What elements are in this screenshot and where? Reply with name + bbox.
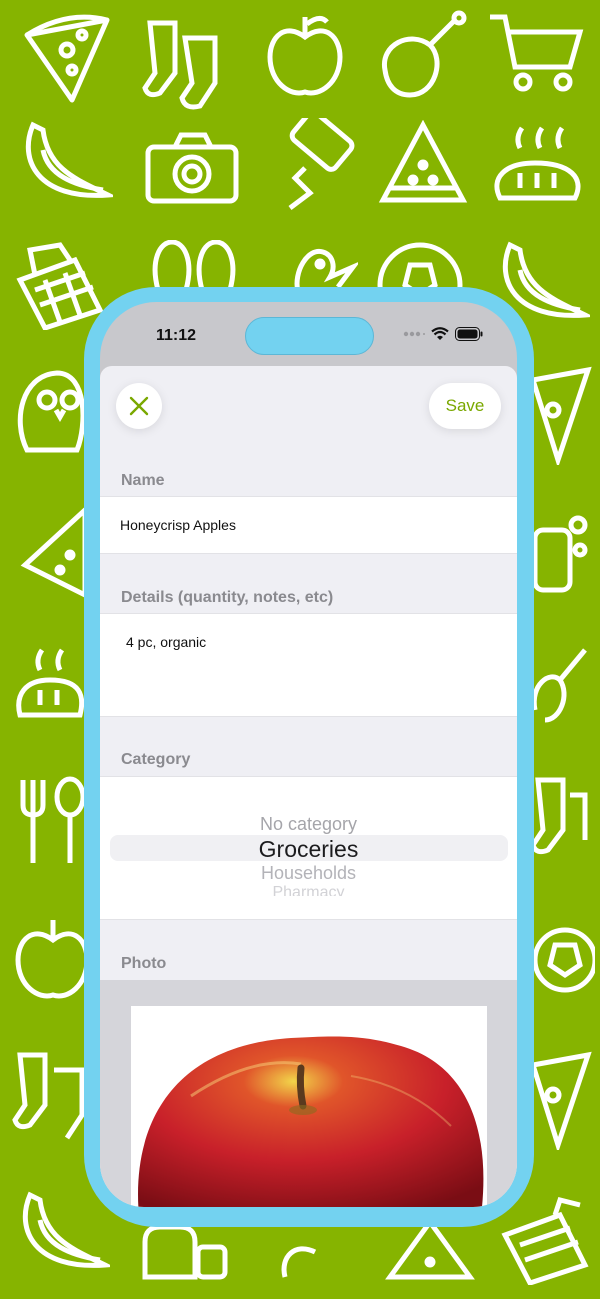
bread-loaf-icon <box>494 126 581 201</box>
close-button[interactable] <box>116 383 162 429</box>
picnic-basket-icon <box>501 1197 589 1285</box>
toaster-icon <box>142 1224 228 1280</box>
camera-icon <box>145 132 239 204</box>
dynamic-island <box>245 317 374 355</box>
status-time: 11:12 <box>156 327 197 344</box>
edit-item-sheet: Save Name Honeycrisp Apples Details (qua… <box>100 366 517 1207</box>
chicken-leg-icon <box>382 10 467 98</box>
socks-icon <box>12 1052 85 1140</box>
chicken-leg-icon <box>531 648 587 723</box>
fork-spoon-icon <box>20 776 86 863</box>
cellular-dots-icon <box>403 331 425 337</box>
socks-icon <box>530 777 588 855</box>
watermelon-slice-icon <box>378 120 468 203</box>
banana-icon <box>22 1191 110 1268</box>
name-field[interactable]: Honeycrisp Apples <box>100 496 517 554</box>
status-bar: 11:12 <box>100 302 517 366</box>
picker-option[interactable]: Households <box>100 863 517 884</box>
photo-section-label: Photo <box>121 955 167 972</box>
name-field-value: Honeycrisp Apples <box>120 517 236 533</box>
socks-icon <box>142 20 218 110</box>
watermelon-slice-icon <box>385 1222 475 1280</box>
banana-icon <box>25 121 113 198</box>
category-section-label: Category <box>121 751 191 768</box>
red-apple-photo <box>138 1036 484 1207</box>
chicken-leg-icon <box>281 1246 317 1278</box>
details-section-label: Details (quantity, notes, etc) <box>121 589 334 606</box>
name-section-label: Name <box>121 472 165 489</box>
soccer-ball-icon <box>532 927 595 993</box>
wifi-icon <box>431 327 449 340</box>
status-icons <box>403 327 483 341</box>
battery-icon <box>455 327 483 341</box>
photo-area[interactable] <box>100 980 517 1207</box>
save-button[interactable]: Save <box>429 383 501 429</box>
picker-option-selected[interactable]: Groceries <box>100 836 517 863</box>
details-textarea[interactable]: 4 pc, organic <box>100 613 517 717</box>
close-icon <box>129 396 149 416</box>
phone-screen: 11:12 Save Name Honeycrisp Apples Detail… <box>100 302 517 1207</box>
apple-icon <box>15 920 90 999</box>
detergent-bottle-icon <box>532 515 588 593</box>
watermelon-slice-icon <box>20 505 88 600</box>
pizza-slice-icon <box>24 14 110 103</box>
soccer-ball-icon <box>377 242 463 292</box>
owl-icon <box>17 370 86 453</box>
pizza-slice-icon <box>529 1051 592 1150</box>
category-picker[interactable]: No category Groceries Households Pharmac… <box>100 776 517 920</box>
item-photo[interactable] <box>131 1006 487 1207</box>
pizza-slice-icon <box>529 366 592 465</box>
picnic-basket-icon <box>16 242 104 330</box>
picker-option[interactable]: Pharmacy <box>100 884 517 896</box>
paint-roller-icon <box>288 118 355 210</box>
apple-icon <box>267 16 343 96</box>
sheet-nav-bar: Save <box>100 366 517 454</box>
details-textarea-value: 4 pc, organic <box>126 634 207 650</box>
bread-loaf-icon <box>16 648 85 718</box>
picker-option[interactable]: No category <box>100 814 517 835</box>
shopping-cart-icon <box>490 14 584 92</box>
